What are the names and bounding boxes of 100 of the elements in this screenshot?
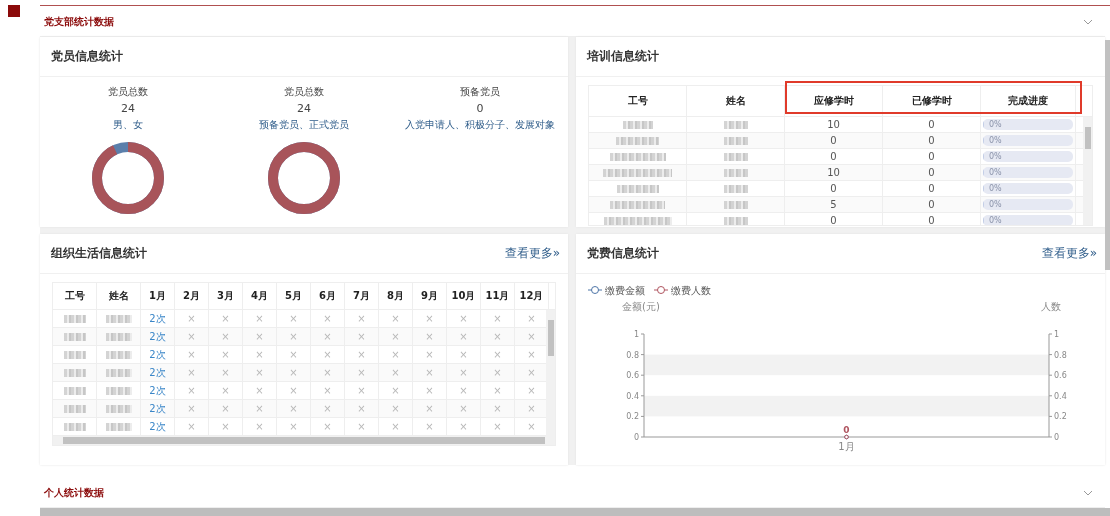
redacted-text: [723, 184, 748, 193]
section-title: 党支部统计数据: [44, 15, 114, 29]
tick-label: 0: [633, 433, 639, 442]
legend-marker[interactable]: [653, 286, 669, 294]
table-cell: ×: [243, 346, 277, 363]
table-cell: ×: [277, 382, 311, 399]
stat-value: 0: [476, 102, 484, 115]
table-cell: ×: [175, 382, 209, 399]
table-cell: ×: [413, 364, 447, 381]
scrollbar[interactable]: [53, 436, 555, 445]
table-cell: 2次: [141, 382, 175, 399]
table-cell: ×: [413, 400, 447, 417]
table-cell: ×: [481, 382, 515, 399]
tick-label: 0.2: [1054, 412, 1067, 422]
table-cell: 0: [785, 181, 883, 196]
redacted-text: [723, 152, 748, 161]
progress-text: 0%: [989, 199, 1002, 210]
redacted-text: [105, 332, 132, 341]
tick-label: 0.4: [626, 391, 639, 401]
table-cell: ×: [447, 310, 481, 327]
column-header: 1月: [141, 283, 175, 309]
axis-title: 人数: [1041, 301, 1061, 312]
column-header: 应修学时: [785, 86, 883, 116]
card-title: 党员信息统计: [51, 48, 123, 65]
table-cell: 0: [883, 197, 981, 212]
table-cell: ×: [481, 418, 515, 435]
table-cell: ×: [311, 418, 345, 435]
table-cell: ×: [311, 310, 345, 327]
chevron-icon[interactable]: [1083, 19, 1093, 25]
table-cell: ×: [379, 328, 413, 345]
redacted-text: [723, 136, 748, 145]
redacted-text: [723, 200, 748, 209]
tick-label: 0: [1054, 433, 1060, 442]
table-cell: 2次: [141, 346, 175, 363]
more-link[interactable]: 查看更多»: [504, 245, 560, 262]
table-cell: ×: [447, 328, 481, 345]
table-cell: ×: [345, 382, 379, 399]
table-cell: ×: [209, 328, 243, 345]
table-cell: ×: [379, 418, 413, 435]
data-label: 0: [843, 425, 850, 435]
stat-breakdown: 入党申请人、积极分子、发展对象: [405, 118, 555, 132]
table-cell: ×: [345, 310, 379, 327]
table-cell: ×: [481, 346, 515, 363]
more-link[interactable]: 查看更多»: [1041, 245, 1097, 262]
legend-marker[interactable]: [587, 286, 603, 294]
tick-label: 0.4: [1054, 391, 1067, 401]
table-cell: ×: [209, 382, 243, 399]
column-header: 姓名: [687, 86, 785, 116]
table-cell: 5: [785, 197, 883, 212]
table-cell: ×: [345, 400, 379, 417]
table-cell: 0: [883, 117, 981, 132]
redacted-text: [610, 200, 665, 209]
table-cell: ×: [345, 418, 379, 435]
table-cell: ×: [243, 400, 277, 417]
redacted-text: [105, 368, 132, 377]
card-title: 党费信息统计: [587, 245, 659, 262]
tick-label: 0.6: [626, 371, 639, 381]
table-cell: ×: [447, 382, 481, 399]
table-cell: ×: [243, 364, 277, 381]
progress-text: 0%: [989, 135, 1002, 146]
column-header: 姓名: [97, 283, 141, 309]
table-cell: ×: [413, 382, 447, 399]
redacted-text: [63, 404, 86, 413]
redacted-text: [63, 314, 86, 323]
table-cell: ×: [277, 346, 311, 363]
scrollbar[interactable]: [40, 508, 1110, 516]
progress-text: 0%: [989, 183, 1002, 194]
table-cell: 10: [785, 165, 883, 180]
stat-breakdown: 男、女: [113, 118, 143, 132]
table-cell: ×: [277, 310, 311, 327]
table-cell: ×: [481, 400, 515, 417]
scrollbar[interactable]: [1105, 40, 1110, 270]
table-cell: ×: [243, 382, 277, 399]
table-cell: ×: [277, 328, 311, 345]
table-cell: ×: [481, 310, 515, 327]
card-title: 培训信息统计: [587, 48, 659, 65]
scrollbar[interactable]: [546, 310, 555, 436]
tick-label: 0.2: [626, 412, 639, 422]
column-header: 4月: [243, 283, 277, 309]
chevron-icon[interactable]: [1083, 490, 1093, 496]
column-header: 工号: [53, 283, 97, 309]
card-title: 组织生活信息统计: [51, 245, 147, 262]
table-cell: 0: [785, 149, 883, 164]
column-header: 3月: [209, 283, 243, 309]
table-cell: ×: [209, 418, 243, 435]
table-cell: ×: [243, 310, 277, 327]
redacted-text: [63, 422, 86, 431]
column-header: 9月: [413, 283, 447, 309]
progress-text: 0%: [989, 119, 1002, 130]
table-cell: ×: [379, 364, 413, 381]
table-cell: ×: [243, 418, 277, 435]
table-cell: ×: [345, 328, 379, 345]
redacted-text: [622, 120, 653, 129]
table-cell: ×: [311, 382, 345, 399]
tick-label: 0.8: [1054, 350, 1067, 360]
redacted-text: [63, 386, 86, 395]
column-header: 10月: [447, 283, 481, 309]
table-cell: ×: [447, 418, 481, 435]
column-header: 11月: [481, 283, 515, 309]
scrollbar[interactable]: [1083, 117, 1092, 225]
